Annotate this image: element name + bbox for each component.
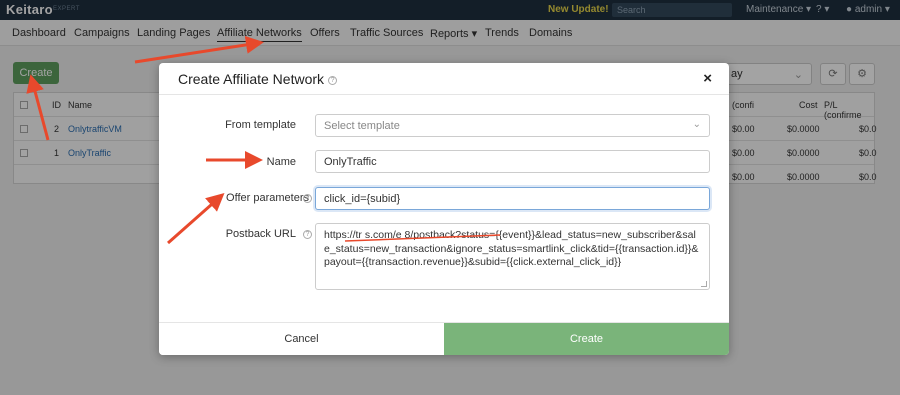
postback-url-field[interactable]: https://tr s.com/e 8/postback?status={{e… [315,223,710,290]
help-icon[interactable]: ? [303,230,312,239]
template-select-placeholder: Select template [324,120,400,132]
template-select[interactable]: Select template ⌄ [315,114,710,137]
modal-header: Create Affiliate Network? × [159,63,729,95]
create-button[interactable]: Create [444,323,729,355]
chevron-down-icon: ⌄ [692,119,701,130]
help-icon[interactable]: ? [303,194,312,203]
name-field[interactable]: OnlyTraffic [315,150,710,173]
postback-url-text: https://tr s.com/e 8/postback?status={{e… [324,229,699,268]
modal-footer: Cancel Create [159,322,729,355]
close-icon[interactable]: × [703,70,712,87]
help-icon[interactable]: ? [328,75,338,85]
cancel-button[interactable]: Cancel [159,323,444,355]
create-affiliate-network-modal: Create Affiliate Network? × From templat… [159,63,729,355]
offer-parameters-label: Offer parameters [226,192,309,204]
postback-url-label: Postback URL [225,228,296,240]
resize-handle-icon[interactable] [701,281,707,287]
modal-title: Create Affiliate Network? [178,71,338,87]
offer-parameters-field[interactable]: click_id={subid} [315,187,710,210]
name-label: Name [266,156,296,168]
from-template-label: From template [225,119,296,131]
